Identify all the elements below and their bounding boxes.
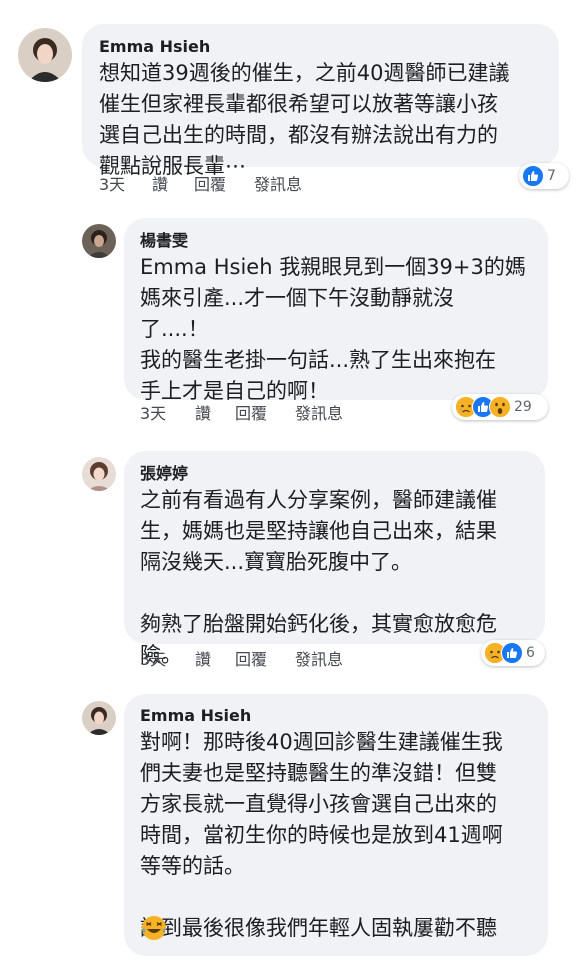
comment-text: Emma Hsieh 我親眼見到一個39+3的媽 媽來引產...才一個下午沒動靜… [140,255,526,403]
message-link[interactable]: 發訊息 [295,404,343,424]
reaction-summary[interactable]: 29 [452,394,548,420]
avatar[interactable] [18,28,72,82]
reply-link[interactable]: 回覆 [194,175,226,195]
reaction-count: 7 [547,168,556,184]
avatar[interactable] [82,701,116,735]
reply-link[interactable]: 回覆 [235,404,267,424]
like-reaction-icon [501,642,523,664]
comment-author[interactable]: Emma Hsieh [140,706,251,726]
message-link[interactable]: 發訊息 [254,175,302,195]
reaction-summary[interactable]: 7 [519,163,569,189]
comment-time[interactable]: 3天 [99,175,125,195]
message-link[interactable]: 發訊息 [295,650,343,670]
like-link[interactable]: 讚 [195,650,211,670]
avatar[interactable] [82,224,116,258]
comment-text: 想知道39週後的催生，之前40週醫師已建議 催生但家裡長輩都很希望可以放著等讓小… [99,61,510,178]
comment-text: 對啊！那時後40週回診醫生建議催生我 們夫妻也是堅持聽醫生的準沒錯！但雙 方家長… [140,730,503,940]
comment-actions: 3天 讚 回覆 發訊息 [99,175,359,195]
comment-author[interactable]: 楊書雯 [140,231,188,251]
reaction-count: 29 [514,399,532,415]
reply-link[interactable]: 回覆 [235,650,267,670]
comment-time[interactable]: 3天 [140,650,166,670]
like-reaction-icon [522,165,544,187]
wow-reaction-icon [489,396,511,418]
reaction-count: 6 [526,645,535,661]
comment-author[interactable]: 張婷婷 [140,464,188,484]
like-link[interactable]: 讚 [195,404,211,424]
avatar[interactable] [82,457,116,491]
laughing-emoji-icon [141,915,167,941]
like-link[interactable]: 讚 [152,175,168,195]
comment-author[interactable]: Emma Hsieh [99,37,210,57]
comment-time[interactable]: 3天 [140,404,166,424]
comment-text: 之前有看過有人分享案例，醫師建議催 生，媽媽也是堅持讓他自己出來，結果 隔沒幾天… [140,488,497,667]
reaction-summary[interactable]: 6 [481,640,545,666]
comment-actions: 3天 讚 回覆 發訊息 [140,650,400,670]
comment-actions: 3天 讚 回覆 發訊息 [140,404,400,424]
